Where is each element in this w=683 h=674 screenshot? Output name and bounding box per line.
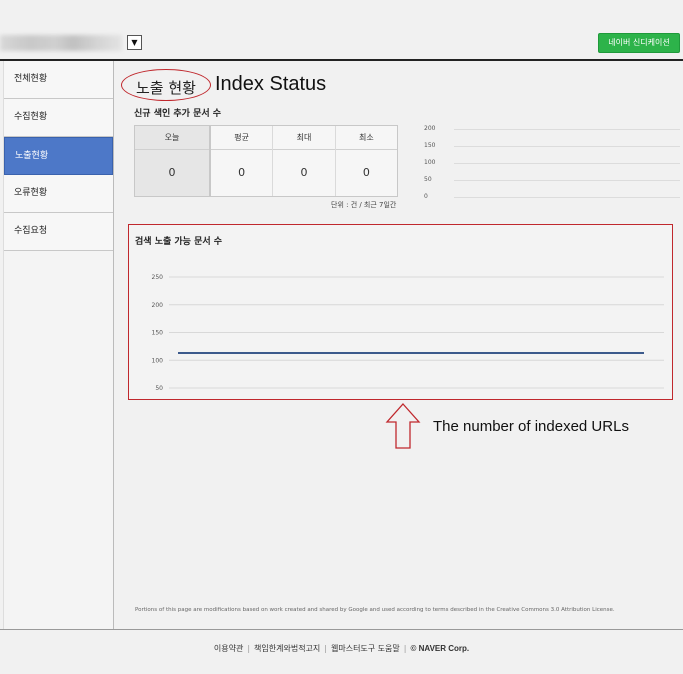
stat-value: 0 xyxy=(300,166,308,179)
new-index-section-title: 신규 색인 추가 문서 수 xyxy=(134,109,222,119)
sidebar-item-errors[interactable]: 오류현황 xyxy=(4,175,113,213)
stat-today: 오늘 0 xyxy=(135,126,211,196)
new-index-mini-chart: 200 150 100 50 0 xyxy=(424,123,683,203)
stats-table: 오늘 0 평균 0 최대 0 최소 0 xyxy=(134,125,398,197)
stat-average: 평균 0 xyxy=(211,126,274,196)
chart-y-tick: 250 xyxy=(152,274,164,281)
mini-chart-y-tick: 0 xyxy=(424,193,428,200)
stat-header: 최대 xyxy=(273,126,335,150)
footer-separator: | xyxy=(247,644,251,653)
page-title: 노출 현황 xyxy=(136,79,196,97)
sidebar-item-index[interactable]: 노출현황 xyxy=(4,137,113,175)
site-name-blurred xyxy=(0,35,122,51)
footer-separator: | xyxy=(403,644,407,653)
footer-copyright: © NAVER Corp. xyxy=(410,644,470,653)
arrow-annotation: The number of indexed URLs xyxy=(433,418,629,435)
mini-chart-gridline xyxy=(454,146,680,147)
stat-min: 최소 0 xyxy=(335,126,397,196)
footer: 이용약관 | 책임한계와법적고지 | 웹마스터도구 도움말 | © NAVER Corp. xyxy=(0,643,683,654)
sidebar: 전체현황 수집현황 노출현황 오류현황 수집요청 xyxy=(3,61,114,629)
stat-header: 평균 xyxy=(211,126,273,150)
footer-link-help[interactable]: 웹마스터도구 도움말 xyxy=(331,643,400,654)
site-select-dropdown[interactable]: ▼ xyxy=(127,35,142,50)
stat-value: 0 xyxy=(168,166,176,179)
mini-chart-y-tick: 100 xyxy=(424,159,436,166)
mini-chart-gridline xyxy=(454,197,680,198)
stat-max: 최대 0 xyxy=(273,126,336,196)
stat-value: 0 xyxy=(238,166,246,179)
mini-chart-y-tick: 150 xyxy=(424,142,436,149)
footer-separator: | xyxy=(324,644,327,653)
chart-y-tick: 100 xyxy=(152,357,164,364)
main-content: 노출 현황 Index Status 신규 색인 추가 문서 수 오늘 0 평균… xyxy=(114,61,683,629)
sidebar-item-crawl[interactable]: 수집현황 xyxy=(4,99,113,137)
mini-chart-gridline xyxy=(454,129,680,130)
chart-y-tick: 50 xyxy=(155,385,163,392)
indexed-docs-section: 검색 노출 가능 문서 수 250200150100502014.06.2920… xyxy=(128,224,673,400)
page-title-annotation: Index Status xyxy=(215,73,327,95)
mini-chart-gridline xyxy=(454,163,680,164)
footer-link-terms[interactable]: 이용약관 xyxy=(214,643,243,654)
chart-y-tick: 150 xyxy=(152,330,164,337)
chart-y-tick: 200 xyxy=(152,302,164,309)
indexed-docs-chart: 250200150100502014.06.292014.06.302014.0… xyxy=(152,274,664,392)
sidebar-item-overall[interactable]: 전체현황 xyxy=(4,61,113,99)
footer-divider xyxy=(0,629,683,630)
up-arrow-icon xyxy=(385,403,421,449)
top-bar: ▼ 네이버 신디케이션 xyxy=(0,0,683,60)
stat-header: 최소 xyxy=(335,126,397,150)
unit-note: 단위 : 건 / 최근 7일간 xyxy=(331,201,397,209)
mini-chart-gridline xyxy=(454,180,680,181)
stat-value: 0 xyxy=(362,166,370,179)
indexed-docs-section-title: 검색 노출 가능 문서 수 xyxy=(135,237,223,247)
naver-syndication-button[interactable]: 네이버 신디케이션 xyxy=(598,33,680,53)
mini-chart-y-tick: 200 xyxy=(424,125,436,132)
sidebar-item-crawl-request[interactable]: 수집요청 xyxy=(4,213,113,251)
footer-link-legal[interactable]: 책임한계와법적고지 xyxy=(254,643,320,654)
stat-header: 오늘 xyxy=(135,126,209,150)
mini-chart-y-tick: 50 xyxy=(424,176,432,183)
license-note: Portions of this page are modifications … xyxy=(135,607,615,613)
